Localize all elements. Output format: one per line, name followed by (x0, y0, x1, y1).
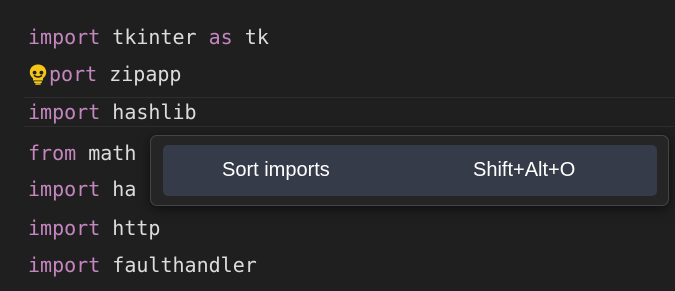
menu-item-label: Sort imports (222, 159, 330, 181)
code-line-6[interactable]: import http (28, 213, 160, 243)
keyword: import (28, 177, 101, 201)
code-line-2[interactable]: port zipapp (27, 59, 181, 89)
module-name: tkinter (112, 25, 197, 49)
keyword: import (28, 100, 101, 124)
code-line-7[interactable]: import faulthandler (28, 250, 257, 280)
menu-item-sort-imports[interactable]: Sort imports Shift+Alt+O (163, 145, 657, 196)
module-name: http (112, 216, 161, 240)
code-line-5[interactable]: import ha (28, 174, 136, 204)
menu-item-shortcut: Shift+Alt+O (473, 159, 576, 181)
module-name: hashlib (112, 100, 197, 124)
keyword-partial: port (49, 62, 98, 86)
module-name: zipapp (109, 62, 182, 86)
keyword: import (28, 216, 101, 240)
code-line-3[interactable]: import hashlib (24, 97, 674, 127)
lightbulb-icon[interactable] (27, 63, 49, 85)
keyword: import (28, 253, 101, 277)
module-name: ha (112, 177, 137, 201)
module-alias: tk (244, 25, 269, 49)
code-line-1[interactable]: import tkinter as tk (28, 22, 269, 52)
code-action-menu: Sort imports Shift+Alt+O (150, 135, 669, 206)
module-name: math (88, 141, 137, 165)
code-line-4[interactable]: from math (28, 138, 136, 168)
keyword-as: as (208, 25, 233, 49)
keyword: from (28, 141, 77, 165)
module-name: faulthandler (112, 253, 257, 277)
keyword: import (28, 25, 101, 49)
